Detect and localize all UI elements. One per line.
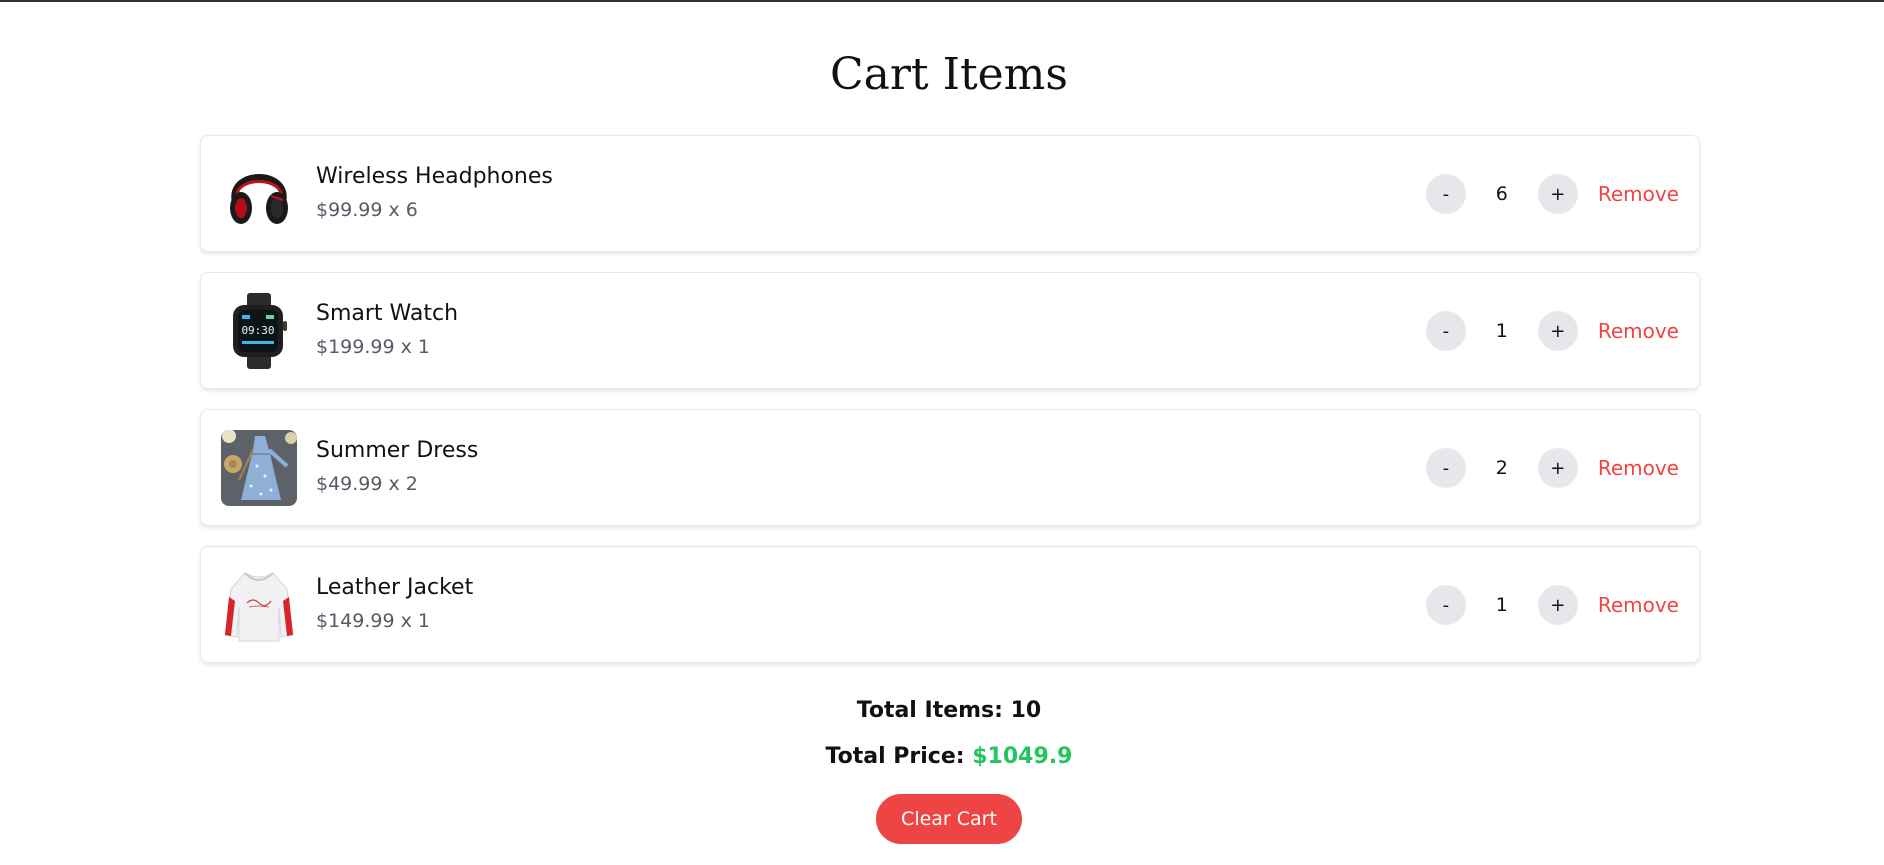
cart-list: Wireless Headphones $99.99 x 6 - 6 + Rem… (200, 135, 1700, 683)
total-price-label: Total Price: (825, 744, 965, 769)
item-price: $99.99 x 6 (316, 199, 418, 221)
top-border (0, 0, 1884, 2)
remove-button[interactable]: Remove (1598, 319, 1679, 343)
cart-item: Summer Dress $49.99 x 2 - 2 + Remove (200, 409, 1700, 526)
item-name: Smart Watch (316, 301, 459, 326)
headphones-image (221, 156, 297, 232)
quantity-value: 6 (1495, 183, 1508, 205)
decrement-button[interactable]: - (1425, 311, 1466, 351)
decrement-button[interactable]: - (1425, 585, 1466, 625)
remove-button[interactable]: Remove (1598, 456, 1679, 480)
decrement-button[interactable]: - (1425, 174, 1466, 214)
increment-button[interactable]: + (1537, 448, 1578, 488)
remove-button[interactable]: Remove (1598, 593, 1679, 617)
cart-item: Wireless Headphones $99.99 x 6 - 6 + Rem… (200, 135, 1700, 252)
increment-button[interactable]: + (1537, 174, 1578, 214)
clear-cart-button[interactable]: Clear Cart (876, 794, 1022, 844)
item-price: $149.99 x 1 (316, 610, 430, 632)
item-name: Leather Jacket (316, 575, 474, 600)
dress-image (221, 430, 297, 506)
quantity-value: 2 (1495, 457, 1508, 479)
jacket-image (221, 567, 297, 643)
total-items: Total Items: 10 (856, 698, 1042, 723)
page-title: Cart Items (829, 49, 1068, 100)
increment-button[interactable]: + (1537, 311, 1578, 351)
quantity-controls: - 1 + Remove (1425, 311, 1679, 351)
cart-item: 09:30 Smart Watch $199.99 x 1 - 1 + Remo… (200, 272, 1700, 389)
quantity-controls: - 1 + Remove (1425, 585, 1679, 625)
item-name: Wireless Headphones (316, 164, 553, 189)
increment-button[interactable]: + (1537, 585, 1578, 625)
total-price: Total Price: $1049.9 (0, 744, 1884, 769)
quantity-value: 1 (1495, 320, 1508, 342)
quantity-controls: - 6 + Remove (1425, 174, 1679, 214)
remove-button[interactable]: Remove (1598, 182, 1679, 206)
item-name: Summer Dress (316, 438, 479, 463)
smartwatch-image: 09:30 (221, 293, 297, 369)
quantity-value: 1 (1495, 594, 1508, 616)
quantity-controls: - 2 + Remove (1425, 448, 1679, 488)
total-price-value: $1049.9 (972, 744, 1073, 769)
svg-text:09:30: 09:30 (241, 324, 274, 337)
decrement-button[interactable]: - (1425, 448, 1466, 488)
item-price: $49.99 x 2 (316, 473, 418, 495)
cart-item: Leather Jacket $149.99 x 1 - 1 + Remove (200, 546, 1700, 663)
item-price: $199.99 x 1 (316, 336, 430, 358)
